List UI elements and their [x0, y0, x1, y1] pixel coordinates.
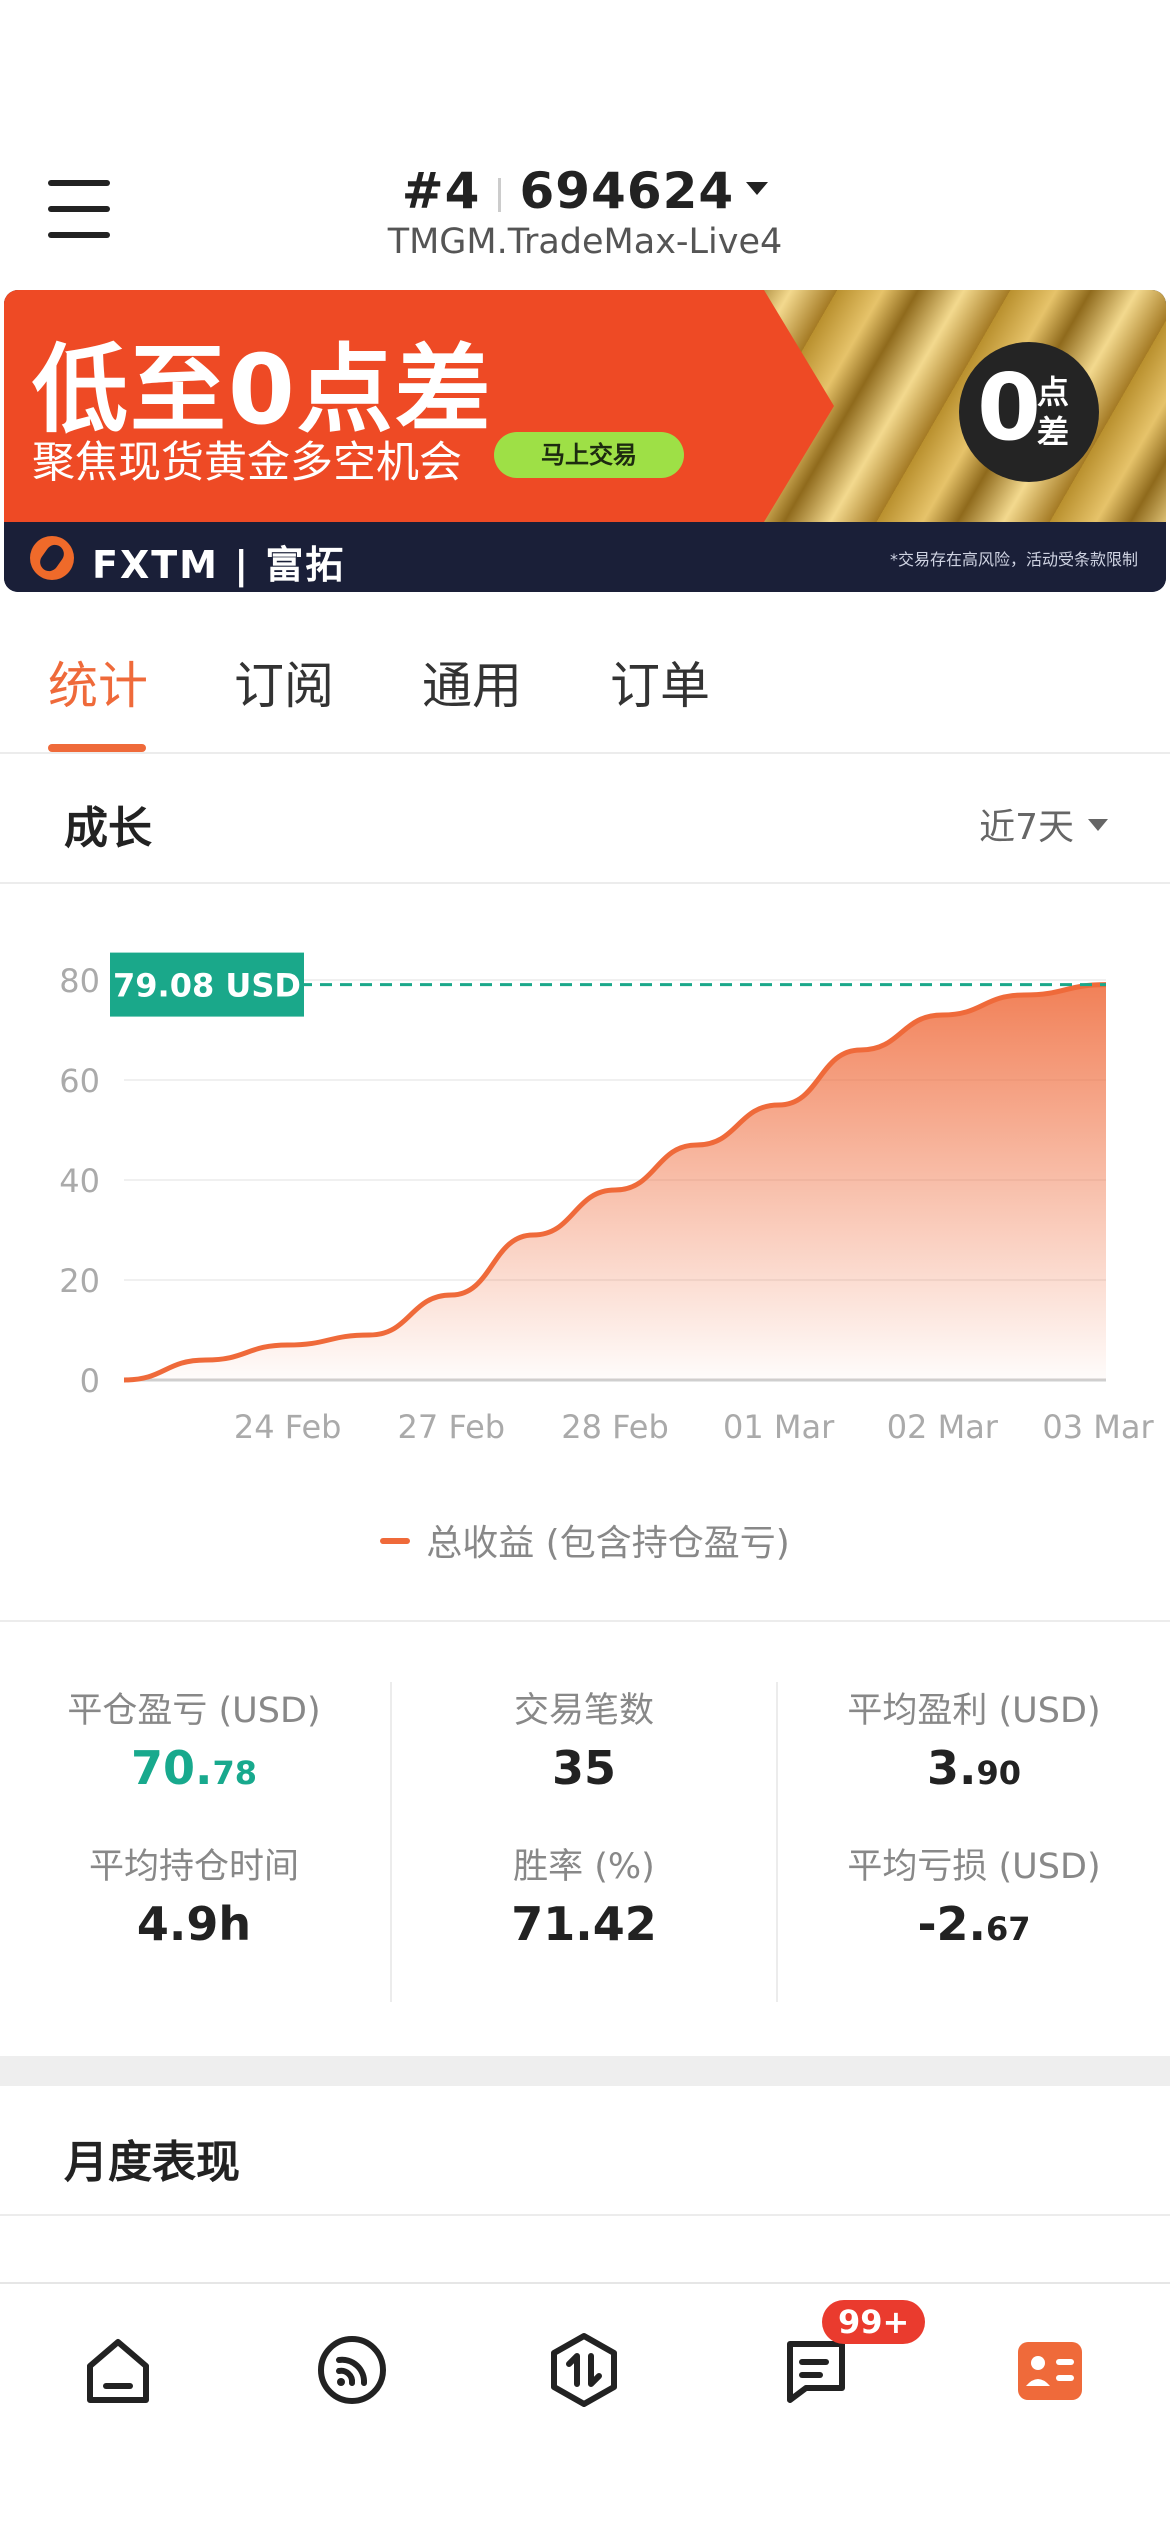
range-value: 近7天	[979, 807, 1074, 848]
x-tick-label: 27 Feb	[398, 1408, 506, 1446]
badge-text: 点差	[1037, 373, 1070, 451]
section-divider	[0, 2056, 1170, 2086]
account-number: #4	[401, 162, 481, 220]
account-selector[interactable]: #4 694624	[0, 162, 1170, 220]
stat-label: 交易笔数	[513, 1691, 654, 1731]
stat-label: 平均持仓时间	[88, 1847, 299, 1887]
banner-footer: FXTM | 富拓 *交易存在高风险，活动受条款限制	[4, 522, 1166, 592]
unread-badge: 99+	[822, 2300, 926, 2344]
nav-feed[interactable]	[312, 2330, 392, 2410]
series-area	[124, 984, 1106, 1380]
profile-card-icon	[1018, 2342, 1082, 2400]
nav-messages[interactable]: 99+	[776, 2300, 926, 2410]
monthly-performance-header: 月度表现	[0, 2086, 1170, 2216]
feed-icon	[318, 2336, 386, 2404]
growth-header: 成长 近7天	[0, 756, 1170, 884]
nav-profile[interactable]	[1010, 2330, 1090, 2410]
growth-chart: 0 20 40 60 80 79.08 USD 24 Feb 27 Feb 28 Feb 01 M…	[0, 886, 1170, 1612]
legend-label: 总收益 (包含持仓盈亏)	[426, 1523, 790, 1564]
trade-now-button[interactable]: 马上交易	[494, 432, 684, 478]
server-name: TMGM.TradeMax-Live4	[387, 222, 783, 262]
banner-subline: 聚焦现货黄金多空机会	[32, 438, 462, 488]
stat-value: 71.42	[511, 1897, 657, 1951]
divider	[498, 177, 502, 212]
trade-icon	[551, 2333, 617, 2407]
stat-value: 4.9h	[136, 1897, 252, 1951]
zero-spread-badge: 0 点差	[959, 342, 1099, 482]
x-tick-label: 01 Mar	[723, 1408, 835, 1446]
promo-banner[interactable]: 低至0点差 聚焦现货黄金多空机会 马上交易 0 点差 FXTM | 富拓 *交易…	[4, 290, 1166, 592]
avg-loss-stat: 平均亏损 (USD) -2.67	[780, 1838, 1168, 1951]
fxtm-logo-icon	[30, 536, 74, 580]
bottom-nav: 99+	[0, 2282, 1170, 2532]
tab-bar: 统计 订阅 通用 订单	[0, 620, 1170, 754]
tab-statistics[interactable]: 统计	[48, 646, 148, 718]
brand-name: FXTM | 富拓	[92, 543, 346, 587]
tab-subscription[interactable]: 订阅	[234, 646, 334, 718]
account-id: 694624	[519, 162, 735, 220]
tab-orders[interactable]: 订单	[610, 646, 710, 718]
top-header: #4 694624 TMGM.TradeMax-Live4	[0, 150, 1170, 280]
active-tab-indicator	[48, 744, 146, 752]
risk-disclaimer: *交易存在高风险，活动受条款限制	[889, 550, 1138, 569]
nav-trade[interactable]	[544, 2330, 624, 2410]
home-icon	[87, 2339, 149, 2403]
y-tick-label: 20	[59, 1262, 100, 1300]
avg-hold-time-stat: 平均持仓时间 4.9h	[0, 1838, 388, 1951]
trade-count-stat: 交易笔数 35	[392, 1682, 776, 1795]
win-rate-stat: 胜率 (%) 71.42	[392, 1838, 776, 1951]
stat-label: 平均亏损 (USD)	[847, 1847, 1101, 1887]
stats-column-left: 平仓盈亏 (USD) 70.78 平均持仓时间 4.9h	[0, 1682, 388, 2002]
stat-value: 35	[551, 1741, 616, 1795]
y-tick-label: 0	[80, 1362, 100, 1400]
avg-profit-stat: 平均盈利 (USD) 3.90	[780, 1682, 1168, 1795]
y-tick-label: 40	[59, 1162, 100, 1200]
nav-home[interactable]	[78, 2330, 158, 2410]
y-tick-label: 60	[59, 1062, 100, 1100]
legend-swatch	[380, 1538, 411, 1544]
range-dropdown[interactable]: 近7天	[979, 798, 1108, 850]
y-tick-label: 80	[59, 962, 100, 1000]
x-tick-label: 03 Mar	[1042, 1408, 1154, 1446]
stats-grid: 平仓盈亏 (USD) 70.78 平均持仓时间 4.9h 交易笔数 35 胜率 …	[0, 1620, 1170, 2050]
growth-title: 成长	[64, 803, 152, 854]
stat-value: -2.67	[917, 1897, 1031, 1951]
x-tick-label: 24 Feb	[234, 1408, 342, 1446]
stats-column-right: 平均盈利 (USD) 3.90 平均亏损 (USD) -2.67	[780, 1682, 1168, 2002]
monthly-performance-title: 月度表现	[64, 2137, 240, 2188]
x-tick-label: 28 Feb	[561, 1408, 669, 1446]
closed-pnl-stat: 平仓盈亏 (USD) 70.78	[0, 1682, 388, 1795]
stat-value: 3.90	[926, 1741, 1021, 1795]
x-tick-label: 02 Mar	[887, 1408, 999, 1446]
chart-legend: 总收益 (包含持仓盈亏)	[0, 1514, 1170, 1566]
marker-label: 79.08 USD	[113, 967, 301, 1005]
stat-label: 平均盈利 (USD)	[847, 1691, 1101, 1731]
caret-down-icon	[1088, 819, 1108, 831]
stat-label: 平仓盈亏 (USD)	[67, 1691, 321, 1731]
stat-value: 70.78	[130, 1741, 258, 1795]
tab-general[interactable]: 通用	[422, 646, 522, 718]
caret-down-icon	[746, 182, 769, 195]
badge-number: 0	[977, 354, 1042, 461]
stats-column-middle: 交易笔数 35 胜率 (%) 71.42	[390, 1682, 778, 2002]
growth-chart-svg: 0 20 40 60 80 79.08 USD 24 Feb 27 Feb 28 Feb 01 M…	[59, 952, 1154, 1446]
stat-label: 胜率 (%)	[513, 1847, 655, 1887]
